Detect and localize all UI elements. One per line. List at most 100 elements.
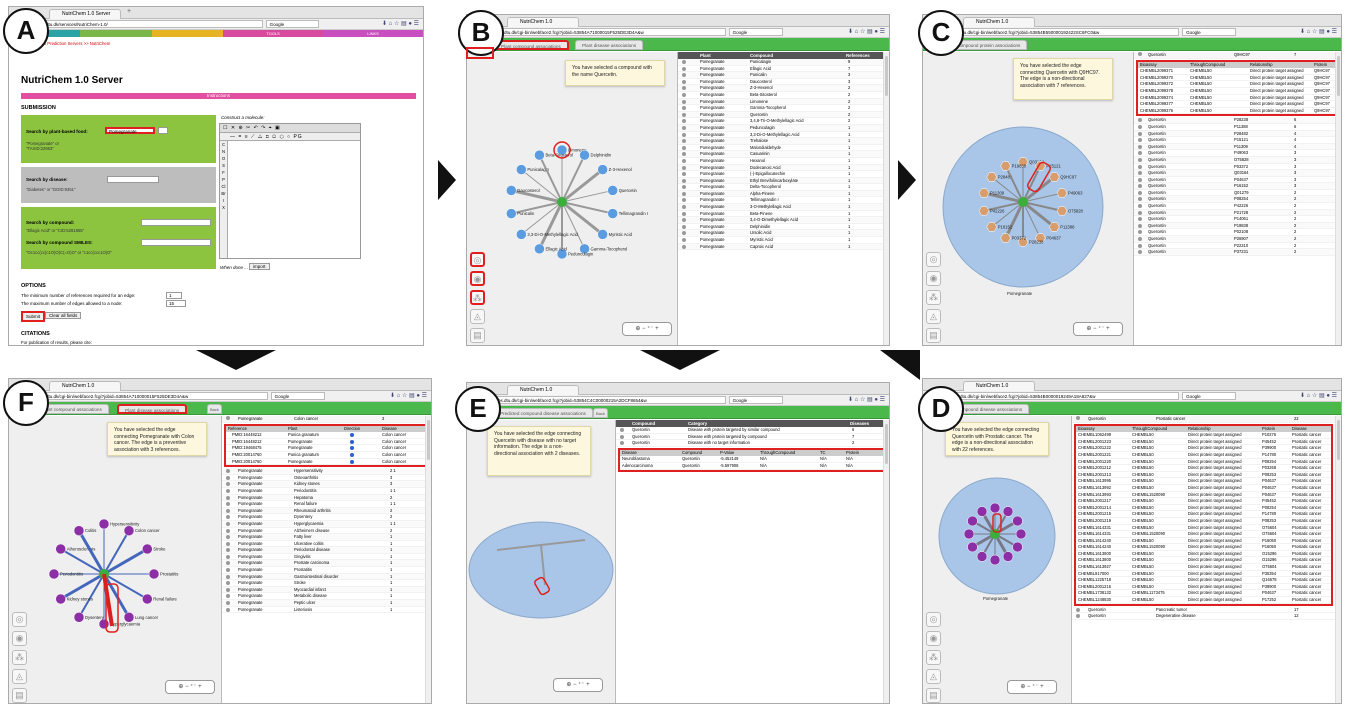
browser-tab[interactable]: NutriChem 1.0 [963, 381, 1035, 391]
disease-network-graph[interactable]: HypersensitivityColon cancer Stroke Prosta… [9, 416, 221, 704]
search-box[interactable]: Google [728, 28, 784, 36]
network-node[interactable] [73, 612, 85, 623]
sub-table-row[interactable]: PMID:16448212 Pomegranate Colon cancer [226, 439, 427, 446]
row-expand-icon[interactable] [1076, 614, 1080, 619]
table-row[interactable]: Pomegranate Ursolic Acid 1 [678, 230, 889, 238]
layout-icon-1[interactable]: ◎ [926, 612, 941, 627]
zoom-control[interactable]: ⊕ − ⁺⁻ + [165, 680, 215, 694]
table-row[interactable]: Pomegranate Hyperglycaemia 1 1 [222, 520, 431, 528]
sub-table-row[interactable]: CHEMBL2001217 CHEMBL50 Direct protein targ… [1076, 498, 1331, 505]
sub-table-row[interactable]: CHEMBL2001222 CHEMBL50 Direct protein targ… [1076, 445, 1331, 452]
layout-icon-1[interactable]: ◎ [470, 252, 485, 267]
direction-icon[interactable]: ◬ [12, 669, 27, 684]
network-node[interactable] [986, 172, 997, 182]
row-expand-icon[interactable] [682, 112, 686, 117]
table-row[interactable]: Pomegranate Periodontal disease 1 [222, 547, 431, 554]
table-row[interactable]: Pomegranate Kidney stones 3 [222, 481, 431, 488]
table-row[interactable]: Pomegranate Malondialdehyde 1 [678, 144, 889, 152]
row-expand-icon[interactable] [226, 475, 230, 480]
table-row[interactable]: Pomegranate Dysentery 2 [222, 514, 431, 521]
sub-table-row[interactable]: CHEMBL1225718 CHEMBL50 Direct protein targ… [1076, 577, 1331, 584]
row-expand-icon[interactable] [226, 508, 230, 513]
food-input[interactable]: Pomegranate [105, 127, 155, 134]
table-row[interactable]: Quercetin P21728 2 [1134, 209, 1341, 217]
row-expand-icon[interactable] [682, 73, 686, 78]
row-expand-icon[interactable] [1138, 157, 1142, 162]
browser-tab[interactable]: NutriChem 1.0 [963, 17, 1035, 27]
network-node[interactable] [986, 222, 997, 232]
row-expand-icon[interactable] [682, 60, 686, 64]
row-expand-icon[interactable] [682, 92, 686, 97]
url-field[interactable]: www.cbs.dtu.dk/cgi-bin/webface2.fcgi?job… [937, 28, 1180, 36]
table-row[interactable]: Pomegranate 3-O-Methylellagic Acid 1 [678, 204, 889, 211]
disease-input[interactable] [107, 176, 159, 183]
table-row[interactable]: Pomegranate Fatty liver 1 [222, 534, 431, 541]
row-expand-icon[interactable] [682, 185, 686, 190]
row-expand-icon[interactable] [226, 515, 230, 520]
scrollbar[interactable] [425, 416, 431, 703]
tab-predicted[interactable]: Predicted compound disease associations [493, 408, 593, 418]
sub-table-row[interactable]: CHEMBL1613800 CHEMBL50 Direct protein targ… [1076, 557, 1331, 565]
row-expand-icon[interactable] [620, 428, 624, 432]
sub-table-row[interactable]: Adenocarcinoma Quercetin -5.597908 N/A N/A N/… [620, 463, 883, 470]
network-node[interactable] [1000, 233, 1011, 243]
disease-network-graph[interactable]: Pomegranate [923, 416, 1071, 704]
table-row[interactable]: Pomegranate Tellimagrandin I 1 [678, 197, 889, 205]
sub-table-row[interactable]: CHEMBL2099376 CHEMBL50 Direct protein targ… [1138, 108, 1337, 115]
sub-table-row[interactable]: CHEMBL2001221 CHEMBL50 Direct protein targ… [1076, 452, 1331, 459]
table-row[interactable]: Pomegranate Punicalin 3 [678, 72, 889, 79]
tab-plant-disease[interactable]: Plant disease associations [117, 404, 188, 414]
row-expand-icon[interactable] [682, 178, 686, 183]
scrollbar[interactable] [883, 420, 889, 703]
import-button[interactable]: import [249, 263, 270, 270]
sub-table-row[interactable]: CHEMBL1613800 CHEMBL50 Direct protein targ… [1076, 551, 1331, 558]
table-row[interactable]: Pomegranate Pedunculagin 1 [678, 124, 889, 132]
row-expand-icon[interactable] [226, 502, 230, 507]
table-row[interactable]: Quercetin P03372 3 [1134, 163, 1341, 171]
editor-toolbar-2[interactable]: — = ≡ ⟋ △ ◻ ⬠ ⬡ ○ PG [220, 133, 360, 141]
compound-network-graph[interactable]: LimoneneDelphinidinZ-3-HexenolQuercetinT… [467, 52, 677, 346]
row-expand-icon[interactable] [1138, 197, 1142, 202]
network-node[interactable] [989, 554, 1001, 566]
back-button[interactable]: Back [593, 408, 608, 418]
network-node[interactable] [516, 164, 527, 175]
row-expand-icon[interactable] [226, 568, 230, 573]
table-row[interactable]: Pomegranate Rheumatoid arthritis 2 [222, 507, 431, 515]
row-expand-icon[interactable] [226, 521, 230, 526]
row-expand-icon[interactable] [1138, 164, 1142, 169]
search-box[interactable]: Google [728, 396, 784, 404]
network-node[interactable] [1012, 515, 1023, 527]
network-node[interactable] [1002, 506, 1014, 517]
table-row[interactable]: Pomegranate Gamma-Tocopherol 2 [678, 105, 889, 112]
row-expand-icon[interactable] [682, 211, 686, 216]
network-node[interactable] [534, 149, 545, 161]
table-row[interactable]: Quercetin P02108 2 [1134, 229, 1341, 237]
network-node[interactable] [967, 515, 978, 527]
table-row[interactable]: Pomegranate Ulcerative colitis 1 [222, 540, 431, 548]
network-node[interactable] [73, 525, 85, 536]
sub-table-row[interactable]: CHEMBL1613995 CHEMBL50 Direct protein targ… [1076, 478, 1331, 485]
table-row[interactable]: Quercetin P11388 6 [1134, 123, 1341, 131]
search-box[interactable]: Google [1182, 392, 1237, 400]
network-node[interactable] [989, 502, 1001, 514]
table-row[interactable]: Pomegranate Delphinidin 1 [678, 223, 889, 231]
network-node[interactable] [963, 528, 975, 540]
table-row[interactable]: Pomegranate Stroke 1 [222, 580, 431, 587]
table-row[interactable]: Pomegranate Osteoarthritis 3 [222, 474, 431, 482]
table-row[interactable]: Pomegranate Trehalose 1 [678, 138, 889, 145]
network-node[interactable] [978, 206, 990, 216]
table-row[interactable]: Pomegranate Limonene 2 [678, 98, 889, 106]
back-button[interactable]: Back [207, 404, 222, 414]
table-row[interactable]: Pomegranate Dodecanoic Acid 1 [678, 164, 889, 172]
scrollbar[interactable] [1335, 52, 1341, 345]
url-field[interactable]: www.cbs.dtu.dk/cgi-bin/webface2.fcgi?job… [937, 392, 1180, 400]
table-row[interactable]: Pomegranate Alpha-Pinene 1 [678, 190, 889, 198]
sub-table-row[interactable]: CHEMBL2001213 CHEMBL50 Direct protein targ… [1076, 472, 1331, 479]
direction-icon[interactable]: ◬ [926, 669, 941, 684]
row-expand-icon[interactable] [1138, 184, 1142, 189]
smiles-input[interactable] [141, 239, 211, 246]
network-canvas[interactable]: You have selected a compound with the na… [467, 52, 677, 345]
row-expand-icon[interactable] [1138, 124, 1142, 129]
network-edge[interactable] [561, 154, 586, 203]
table-row[interactable]: Quercetin Q03164 3 [1134, 170, 1341, 177]
